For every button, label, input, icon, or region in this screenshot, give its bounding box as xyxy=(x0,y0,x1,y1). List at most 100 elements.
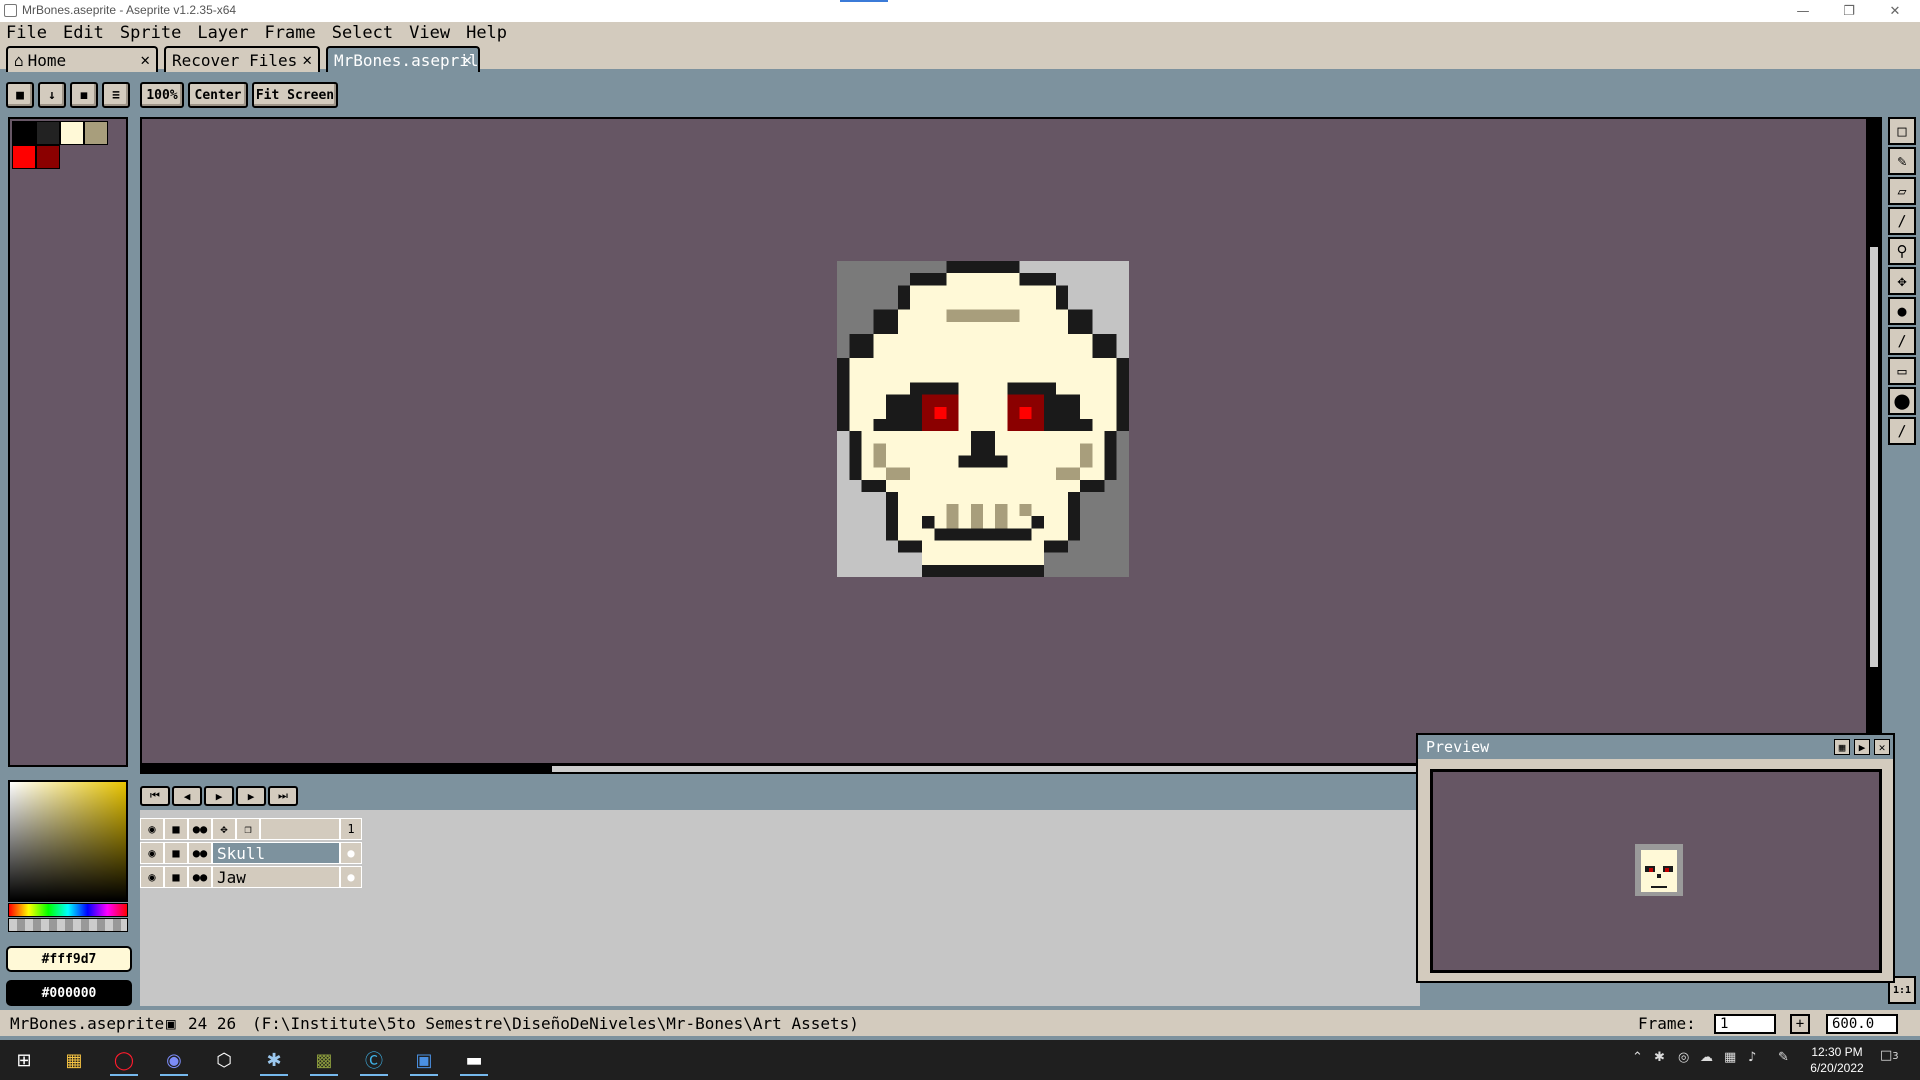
cel[interactable]: ● xyxy=(340,866,362,888)
hamburger-icon: ≡ xyxy=(112,87,120,103)
play-icon: ▶ xyxy=(1858,740,1866,754)
menu-view[interactable]: View xyxy=(409,23,450,43)
close-tab-icon[interactable]: ✕ xyxy=(462,50,472,69)
color-picker[interactable] xyxy=(8,780,128,902)
layer-onion-toggle[interactable]: ●● xyxy=(188,866,212,888)
frame-input[interactable]: 1 xyxy=(1714,1014,1776,1034)
zoom-tool[interactable]: ⚲ xyxy=(1888,237,1916,265)
pen-icon[interactable]: ✎ xyxy=(1778,1050,1789,1065)
menu-frame[interactable]: Frame xyxy=(265,23,316,43)
notification-center-icon[interactable]: □3 xyxy=(1880,1048,1899,1063)
alpha-slider[interactable] xyxy=(8,918,128,932)
swatch-dark-red[interactable] xyxy=(36,145,60,169)
unity-icon[interactable]: ⬡ xyxy=(204,1044,244,1076)
hue-slider[interactable] xyxy=(8,903,128,917)
swatch-tan[interactable] xyxy=(84,121,108,145)
opera-icon[interactable]: ◯ xyxy=(104,1044,144,1076)
file-explorer-icon[interactable]: ▦ xyxy=(54,1044,94,1076)
frame-header[interactable]: 1 xyxy=(340,818,362,840)
lock-button[interactable]: ■ xyxy=(6,82,34,108)
swatch-cream[interactable] xyxy=(60,121,84,145)
swatch-dark[interactable] xyxy=(36,121,60,145)
onion-header[interactable]: ●● xyxy=(188,818,212,840)
preview-play-button[interactable]: ▶ xyxy=(1854,739,1870,755)
menu-select[interactable]: Select xyxy=(332,23,393,43)
menu-layer[interactable]: Layer xyxy=(197,23,248,43)
menu-help[interactable]: Help xyxy=(466,23,507,43)
line-tool[interactable]: ∕ xyxy=(1888,327,1916,355)
link-header[interactable]: ✥ xyxy=(212,818,236,840)
windows-start-icon[interactable]: ⊞ xyxy=(4,1044,44,1076)
swatch-red[interactable] xyxy=(12,145,36,169)
contour-tool[interactable]: ⬤ xyxy=(1888,387,1916,415)
tab-recover-files[interactable]: Recover Files ✕ xyxy=(164,46,320,72)
network-icon[interactable]: ▦ xyxy=(1724,1050,1736,1065)
onedrive-icon[interactable]: ☁ xyxy=(1700,1050,1713,1065)
tray-app-icon[interactable]: ◎ xyxy=(1678,1050,1689,1065)
menu-sprite[interactable]: Sprite xyxy=(120,23,181,43)
close-tab-icon[interactable]: ✕ xyxy=(140,50,150,69)
game-icon[interactable]: ▩ xyxy=(304,1044,344,1076)
tray-overflow-icon[interactable]: ⌃ xyxy=(1632,1050,1643,1065)
app-window-icon[interactable]: ▣ xyxy=(404,1044,444,1076)
preview-canvas[interactable] xyxy=(1430,769,1882,973)
aseprite-taskbar-icon[interactable]: ▬ xyxy=(454,1044,494,1076)
system-clock[interactable]: 12:30 PM 6/20/2022 xyxy=(1800,1044,1874,1076)
last-frame-button[interactable]: ⏭ xyxy=(268,786,298,806)
volume-icon[interactable]: ♪ xyxy=(1748,1050,1756,1065)
menu-file[interactable]: File xyxy=(6,23,47,43)
play-button[interactable]: ▶ xyxy=(204,786,234,806)
menu-button[interactable]: ≡ xyxy=(102,82,130,108)
lock-header[interactable]: ■ xyxy=(164,818,188,840)
zoom-button[interactable]: 100% xyxy=(140,82,184,108)
close-tab-icon[interactable]: ✕ xyxy=(302,50,312,69)
preview-close-button[interactable]: ✕ xyxy=(1874,739,1890,755)
frames-header[interactable]: ❐ xyxy=(236,818,260,840)
tab-mrbones[interactable]: MrBones.asepril ✕ xyxy=(326,46,480,72)
center-button[interactable]: Center xyxy=(188,82,248,108)
rectangle-tool[interactable]: ▭ xyxy=(1888,357,1916,385)
menu-edit[interactable]: Edit xyxy=(63,23,104,43)
zoom-input[interactable]: 600.0 xyxy=(1826,1014,1898,1034)
move-tool[interactable]: ✥ xyxy=(1888,267,1916,295)
add-frame-button[interactable]: + xyxy=(1790,1014,1810,1034)
eyedropper-tool[interactable]: ∕ xyxy=(1888,207,1916,235)
stop-button[interactable]: ◼ xyxy=(70,82,98,108)
scroll-thumb[interactable] xyxy=(1870,247,1878,667)
tab-home[interactable]: ⌂ Home ✕ xyxy=(6,46,158,72)
layer-name[interactable]: Skull xyxy=(212,842,340,864)
w-app-icon[interactable]: Ⓒ xyxy=(354,1044,394,1076)
vertical-scrollbar[interactable] xyxy=(1866,117,1882,765)
steam-icon[interactable]: ✱ xyxy=(254,1044,294,1076)
discord-icon[interactable]: ◉ xyxy=(154,1044,194,1076)
layer-name[interactable]: Jaw xyxy=(212,866,340,888)
foreground-color[interactable]: #fff9d7 xyxy=(6,946,132,972)
preview-options-button[interactable]: ▦ xyxy=(1834,739,1850,755)
arrow-down-icon: ↓ xyxy=(48,87,56,103)
restore-button[interactable]: ❐ xyxy=(1826,0,1872,22)
arrow-down-button[interactable]: ↓ xyxy=(38,82,66,108)
first-frame-button[interactable]: ⏮ xyxy=(140,786,170,806)
sprite-canvas[interactable] xyxy=(140,117,1882,765)
marquee-tool[interactable]: □ xyxy=(1888,117,1916,145)
background-color[interactable]: #000000 xyxy=(6,980,132,1006)
next-frame-button[interactable]: ▶ xyxy=(236,786,266,806)
visibility-header[interactable]: ◉ xyxy=(140,818,164,840)
eraser-tool[interactable]: ▱ xyxy=(1888,177,1916,205)
layer-onion-toggle[interactable]: ●● xyxy=(188,842,212,864)
swatch-black[interactable] xyxy=(12,121,36,145)
prev-frame-button[interactable]: ◀ xyxy=(172,786,202,806)
fill-tool[interactable]: ● xyxy=(1888,297,1916,325)
brush-icon: ∕ xyxy=(1897,422,1907,440)
tray-steam-icon[interactable]: ✱ xyxy=(1654,1050,1665,1065)
layer-visibility-toggle[interactable]: ◉ xyxy=(140,842,164,864)
fit-screen-button[interactable]: Fit Screen xyxy=(252,82,338,108)
pencil-tool[interactable]: ✎ xyxy=(1888,147,1916,175)
close-button[interactable]: ✕ xyxy=(1872,0,1918,22)
layer-visibility-toggle[interactable]: ◉ xyxy=(140,866,164,888)
blur-tool[interactable]: ∕ xyxy=(1888,417,1916,445)
cel[interactable]: ● xyxy=(340,842,362,864)
minimize-button[interactable]: — xyxy=(1780,0,1826,22)
layer-lock-toggle[interactable]: ■ xyxy=(164,866,188,888)
layer-lock-toggle[interactable]: ■ xyxy=(164,842,188,864)
